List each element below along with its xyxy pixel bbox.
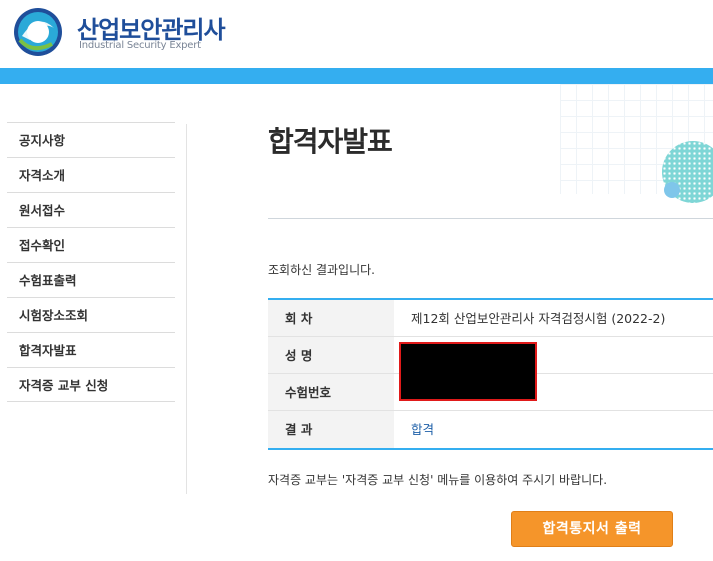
sidebar-item-pass-announcement[interactable]: 합격자발표: [7, 332, 175, 367]
sidebar-item-qualification-intro[interactable]: 자격소개: [7, 157, 175, 192]
ring-logo-icon[interactable]: [12, 6, 64, 58]
sidebar-divider: [186, 124, 187, 494]
row-label-result: 결 과: [268, 411, 394, 448]
page-title: 합격자발표: [268, 125, 393, 158]
accent-bar: [0, 68, 713, 84]
print-pass-notice-button[interactable]: 합격통지서 출력: [511, 511, 673, 547]
lookup-result-message: 조회하신 결과입니다.: [268, 263, 375, 277]
sidebar-item-admission-ticket[interactable]: 수험표출력: [7, 262, 175, 297]
table-row-result: 결 과 합격: [268, 411, 713, 448]
sidebar-item-certificate-request[interactable]: 자격증 교부 신청: [7, 367, 175, 402]
sidebar-menu: 공지사항 자격소개 원서접수 접수확인 수험표출력 시험장소조회 합격자발표 자…: [7, 122, 175, 402]
redaction-box: [399, 342, 537, 401]
sidebar-item-application[interactable]: 원서접수: [7, 192, 175, 227]
certificate-notice: 자격증 교부는 '자격증 교부 신청' 메뉴를 이용하여 주시기 바랍니다.: [268, 473, 608, 487]
brand-name-english: Industrial Security Expert: [79, 40, 201, 51]
row-label-exam-number: 수험번호: [268, 374, 394, 410]
row-value-result: 합격: [411, 422, 435, 437]
row-label-round: 회 차: [268, 300, 394, 336]
sidebar-item-application-check[interactable]: 접수확인: [7, 227, 175, 262]
sidebar-item-exam-location[interactable]: 시험장소조회: [7, 297, 175, 332]
site-header: 산업보안관리사 Industrial Security Expert: [0, 0, 713, 68]
table-row-round: 회 차 제12회 산업보안관리사 자격검정시험 (2022-2): [268, 300, 713, 337]
title-divider: [268, 218, 713, 219]
row-value-round: 제12회 산업보안관리사 자격검정시험 (2022-2): [411, 311, 666, 326]
sidebar-item-notice[interactable]: 공지사항: [7, 122, 175, 157]
small-circle-decoration: [664, 182, 680, 198]
row-label-name: 성 명: [268, 337, 394, 373]
